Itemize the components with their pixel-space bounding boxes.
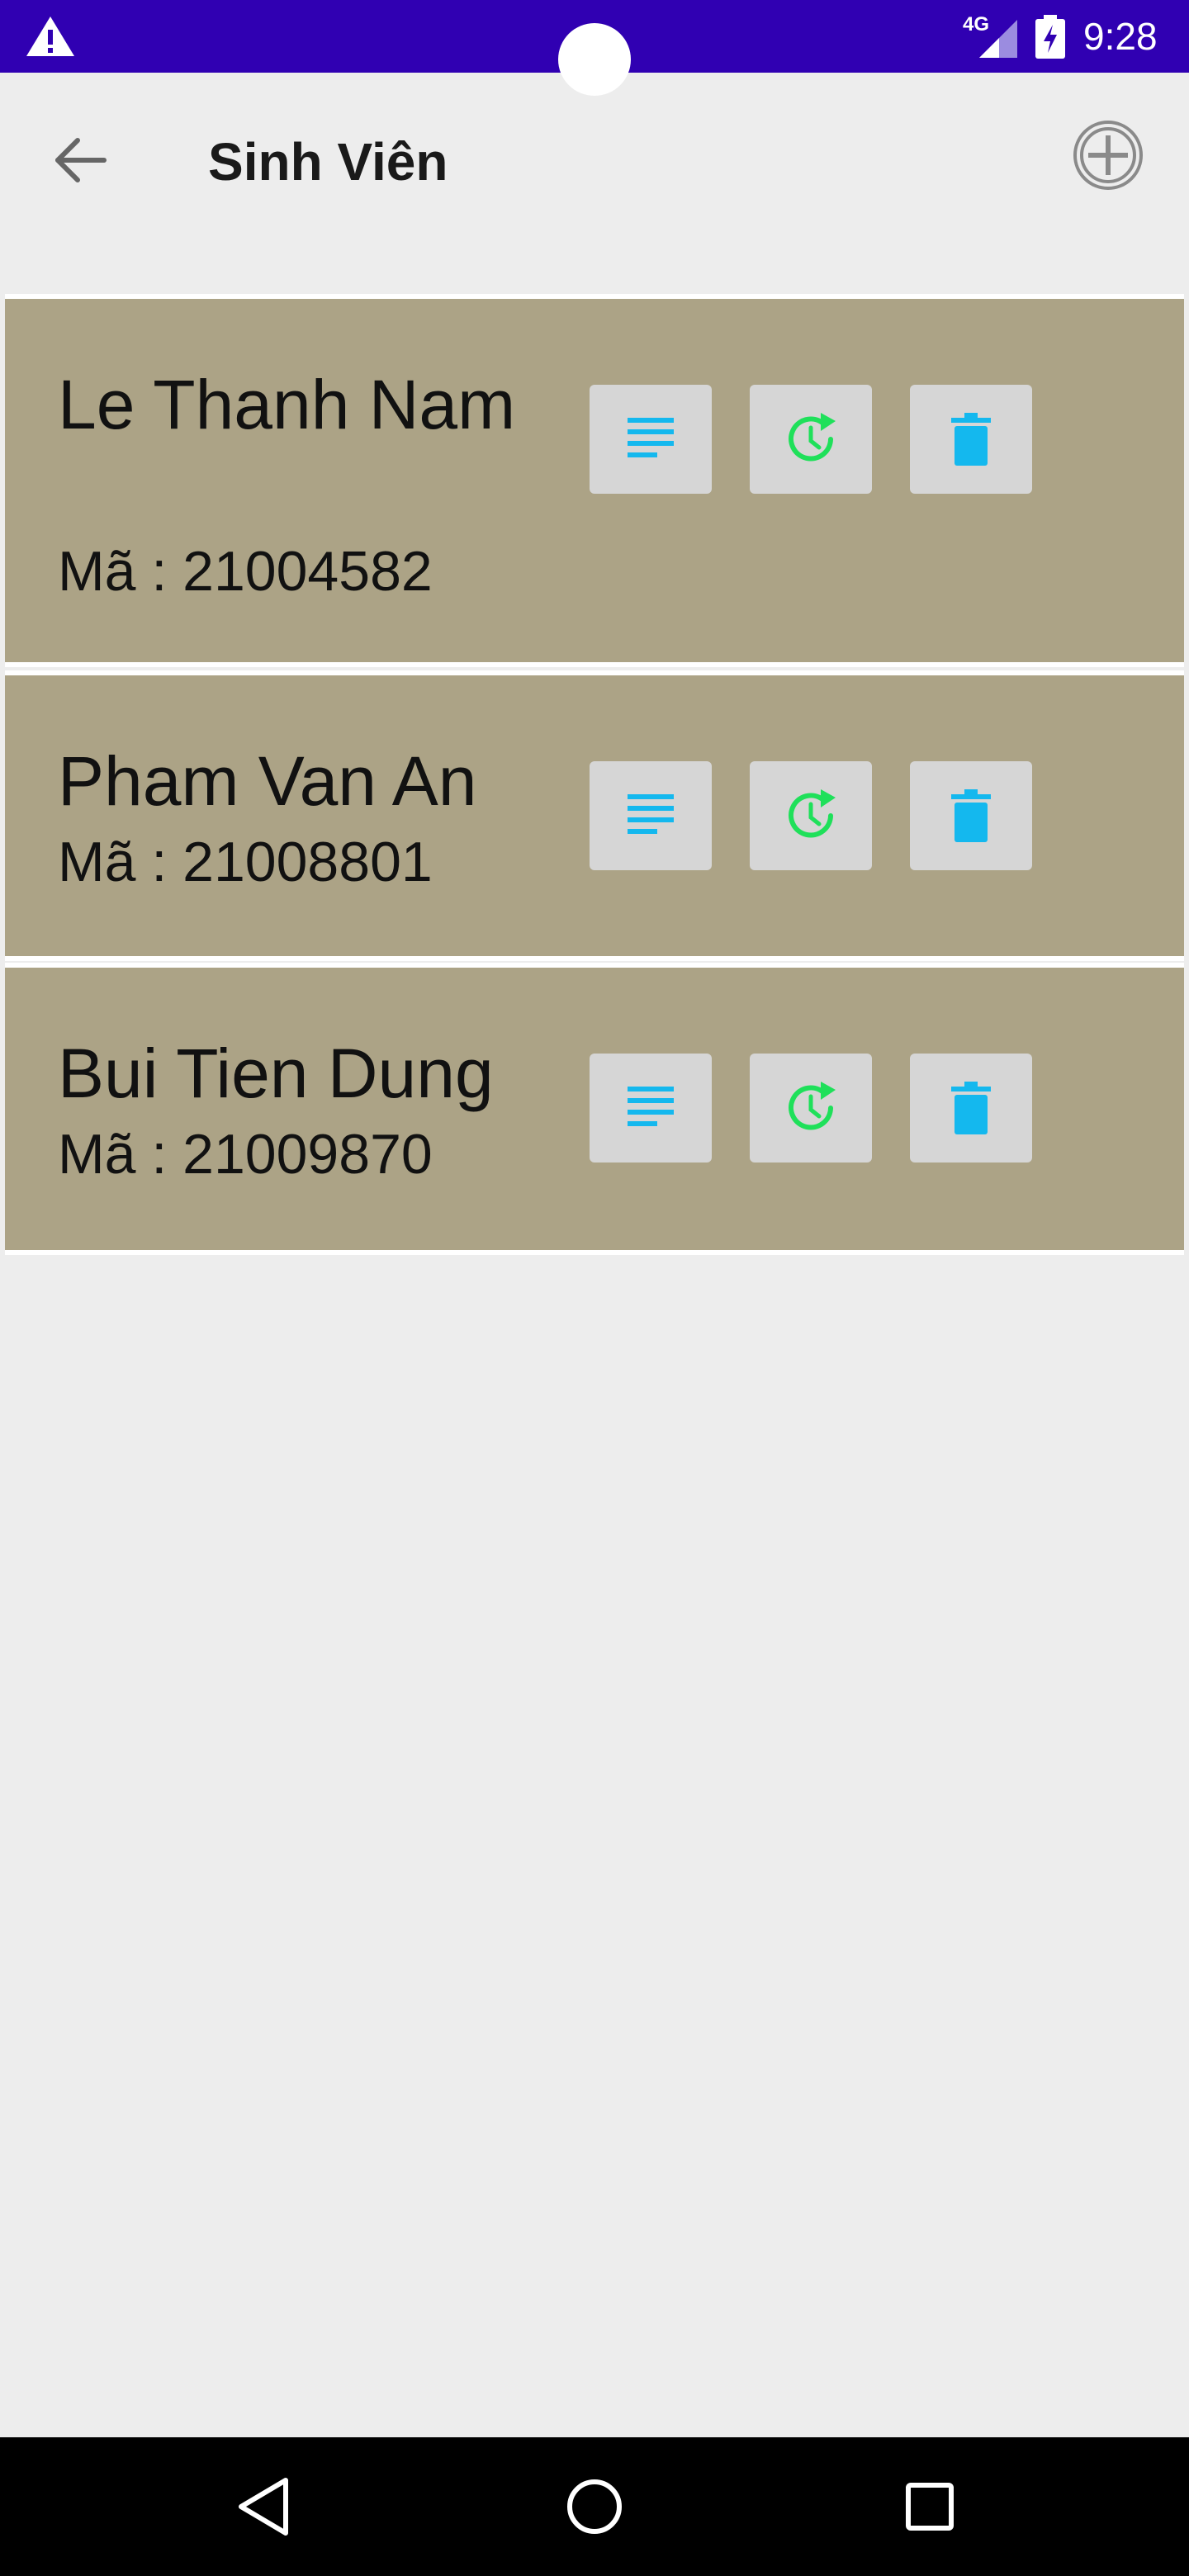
status-bar: 4G 9:28 (0, 0, 1189, 96)
details-button[interactable] (590, 761, 712, 870)
warning-icon (26, 17, 74, 56)
student-code-separator: : (135, 1123, 183, 1186)
delete-button[interactable] (910, 761, 1032, 870)
list-item[interactable]: Bui Tien Dung Mã : 21009870 (5, 963, 1184, 1255)
list-item[interactable]: Pham Van An Mã : 21008801 (5, 670, 1184, 961)
history-button[interactable] (750, 761, 872, 870)
list-item[interactable]: Le Thanh Nam Mã : 21004582 (5, 294, 1184, 667)
student-code: Mã : 21009870 (58, 1121, 433, 1187)
student-code: Mã : 21008801 (58, 829, 433, 895)
battery-charging-icon (1035, 15, 1065, 59)
delete-button[interactable] (910, 1054, 1032, 1163)
student-name: Bui Tien Dung (58, 1035, 494, 1112)
details-button[interactable] (590, 1054, 712, 1163)
student-code: Mã : 21004582 (58, 538, 433, 604)
circle-plus-icon[interactable] (1072, 119, 1144, 192)
student-name: Pham Van An (58, 742, 477, 820)
clock-refresh-icon (789, 1082, 836, 1130)
list-lines-icon (628, 418, 674, 457)
student-code-label: Mã (58, 540, 136, 603)
arrow-left-icon[interactable] (46, 125, 116, 195)
trash-icon (951, 413, 991, 466)
trash-icon (951, 1082, 991, 1134)
nav-back-icon[interactable] (231, 2472, 297, 2541)
student-code-value: 21009870 (182, 1123, 433, 1186)
app-bar: Sinh Viên (0, 73, 1189, 238)
clock-refresh-icon (789, 789, 836, 838)
student-code-label: Mã (58, 1123, 136, 1186)
signal-icon (979, 20, 1017, 58)
clock-refresh-icon (789, 413, 836, 462)
history-button[interactable] (750, 385, 872, 494)
student-code-separator: : (135, 831, 183, 893)
student-code-value: 21004582 (182, 540, 433, 603)
student-code-separator: : (135, 540, 183, 603)
list-lines-icon (628, 1087, 674, 1126)
nav-recents-icon[interactable] (897, 2472, 963, 2541)
history-button[interactable] (750, 1054, 872, 1163)
list-lines-icon (628, 794, 674, 834)
delete-button[interactable] (910, 385, 1032, 494)
student-code-value: 21008801 (182, 831, 433, 893)
navigation-bar (0, 2437, 1189, 2576)
trash-icon (951, 789, 991, 842)
nav-home-icon[interactable] (561, 2472, 628, 2541)
student-name: Le Thanh Nam (58, 366, 516, 443)
clock: 9:28 (1083, 15, 1158, 58)
student-code-label: Mã (58, 831, 136, 893)
details-button[interactable] (590, 385, 712, 494)
page-title: Sinh Viên (208, 132, 448, 192)
